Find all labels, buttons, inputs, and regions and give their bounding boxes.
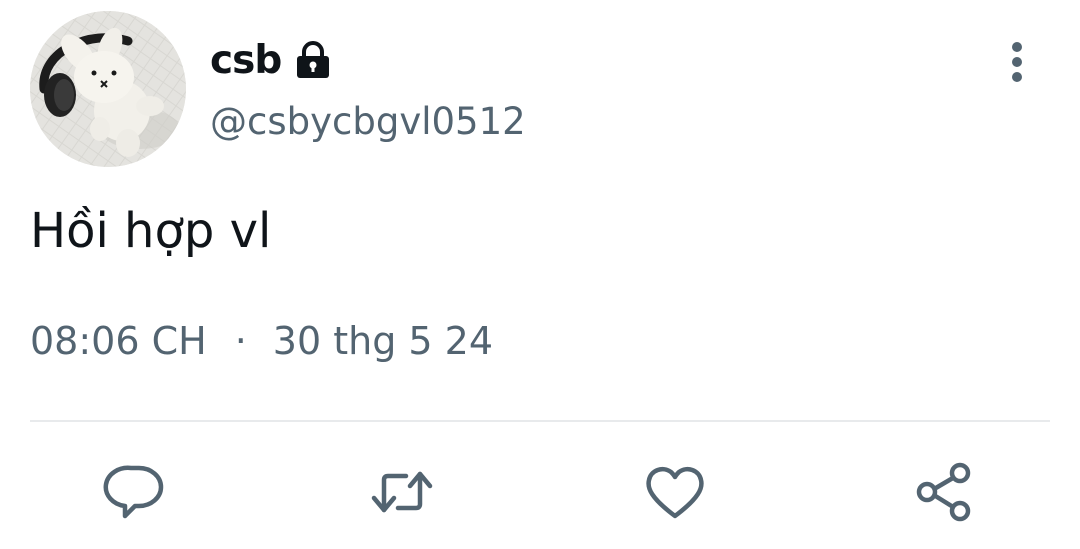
reply-icon bbox=[103, 465, 164, 519]
user-handle[interactable]: @csbycbgvl0512 bbox=[210, 103, 526, 140]
user-name-row: csb bbox=[210, 32, 333, 88]
retweet-button[interactable] bbox=[370, 460, 434, 524]
share-button[interactable] bbox=[912, 460, 976, 524]
reply-button[interactable] bbox=[103, 460, 167, 524]
meta-separator: · bbox=[234, 319, 247, 363]
tweet-date[interactable]: 30 thg 5 24 bbox=[273, 322, 493, 360]
divider bbox=[30, 420, 1050, 422]
tweet-meta: 08:06 CH · 30 thg 5 24 bbox=[30, 322, 493, 360]
share-icon bbox=[916, 462, 971, 522]
display-name[interactable]: csb bbox=[210, 41, 282, 80]
avatar-image bbox=[30, 11, 186, 167]
avatar[interactable] bbox=[30, 11, 186, 167]
retweet-icon bbox=[371, 471, 433, 513]
tweet-time[interactable]: 08:06 CH bbox=[30, 322, 207, 360]
like-icon bbox=[646, 467, 704, 519]
lock-icon bbox=[293, 40, 333, 80]
more-vertical-icon[interactable] bbox=[1000, 38, 1034, 86]
tweet-text: Hồi hợp vl bbox=[30, 203, 272, 259]
like-button[interactable] bbox=[643, 460, 707, 524]
